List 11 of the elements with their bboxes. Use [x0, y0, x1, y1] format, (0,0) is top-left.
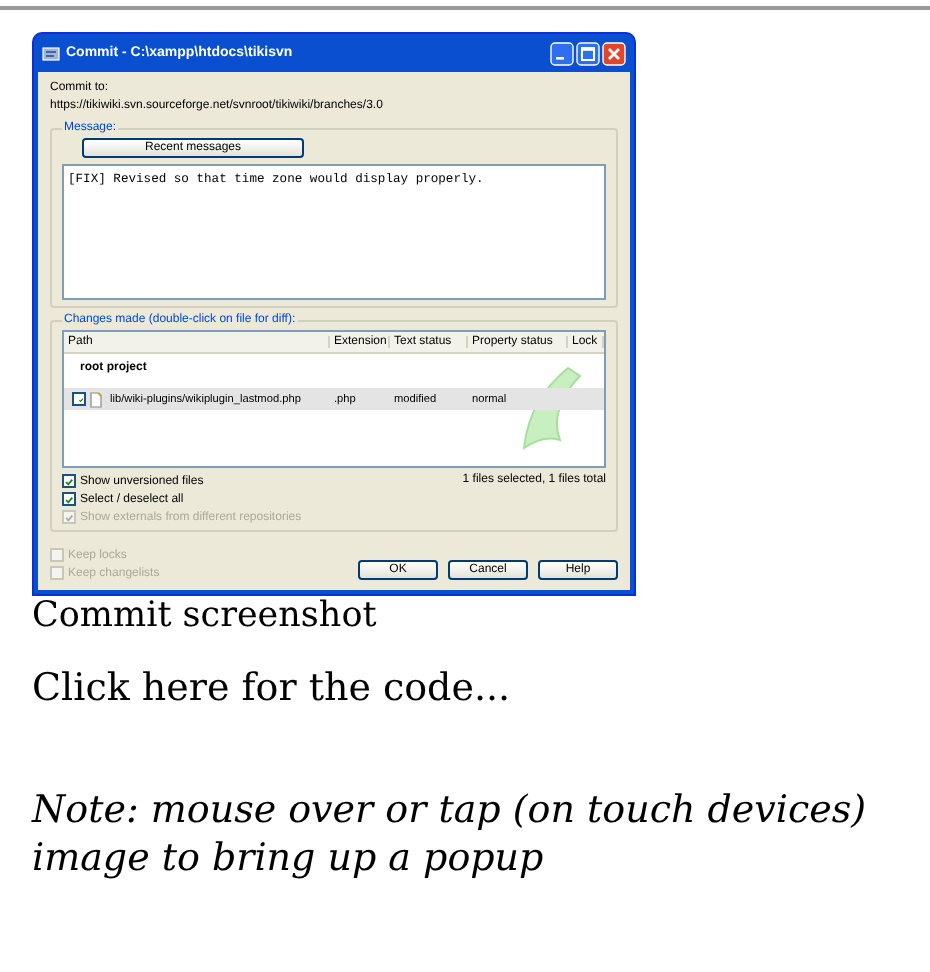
maximize-icon[interactable] — [576, 41, 600, 65]
close-icon[interactable] — [602, 41, 626, 65]
checkbox[interactable] — [62, 474, 76, 488]
note-text: Note: mouse over or tap (on touch devices) image to bring up a popup — [32, 786, 868, 882]
file-icon — [90, 391, 102, 407]
code-link[interactable]: Click here for the code... — [32, 666, 511, 710]
image-caption: Commit screenshot — [32, 596, 379, 636]
app-icon — [42, 45, 60, 61]
checkbox[interactable] — [72, 392, 86, 406]
minimize-icon[interactable] — [550, 41, 574, 65]
checkbox[interactable] — [62, 492, 76, 506]
